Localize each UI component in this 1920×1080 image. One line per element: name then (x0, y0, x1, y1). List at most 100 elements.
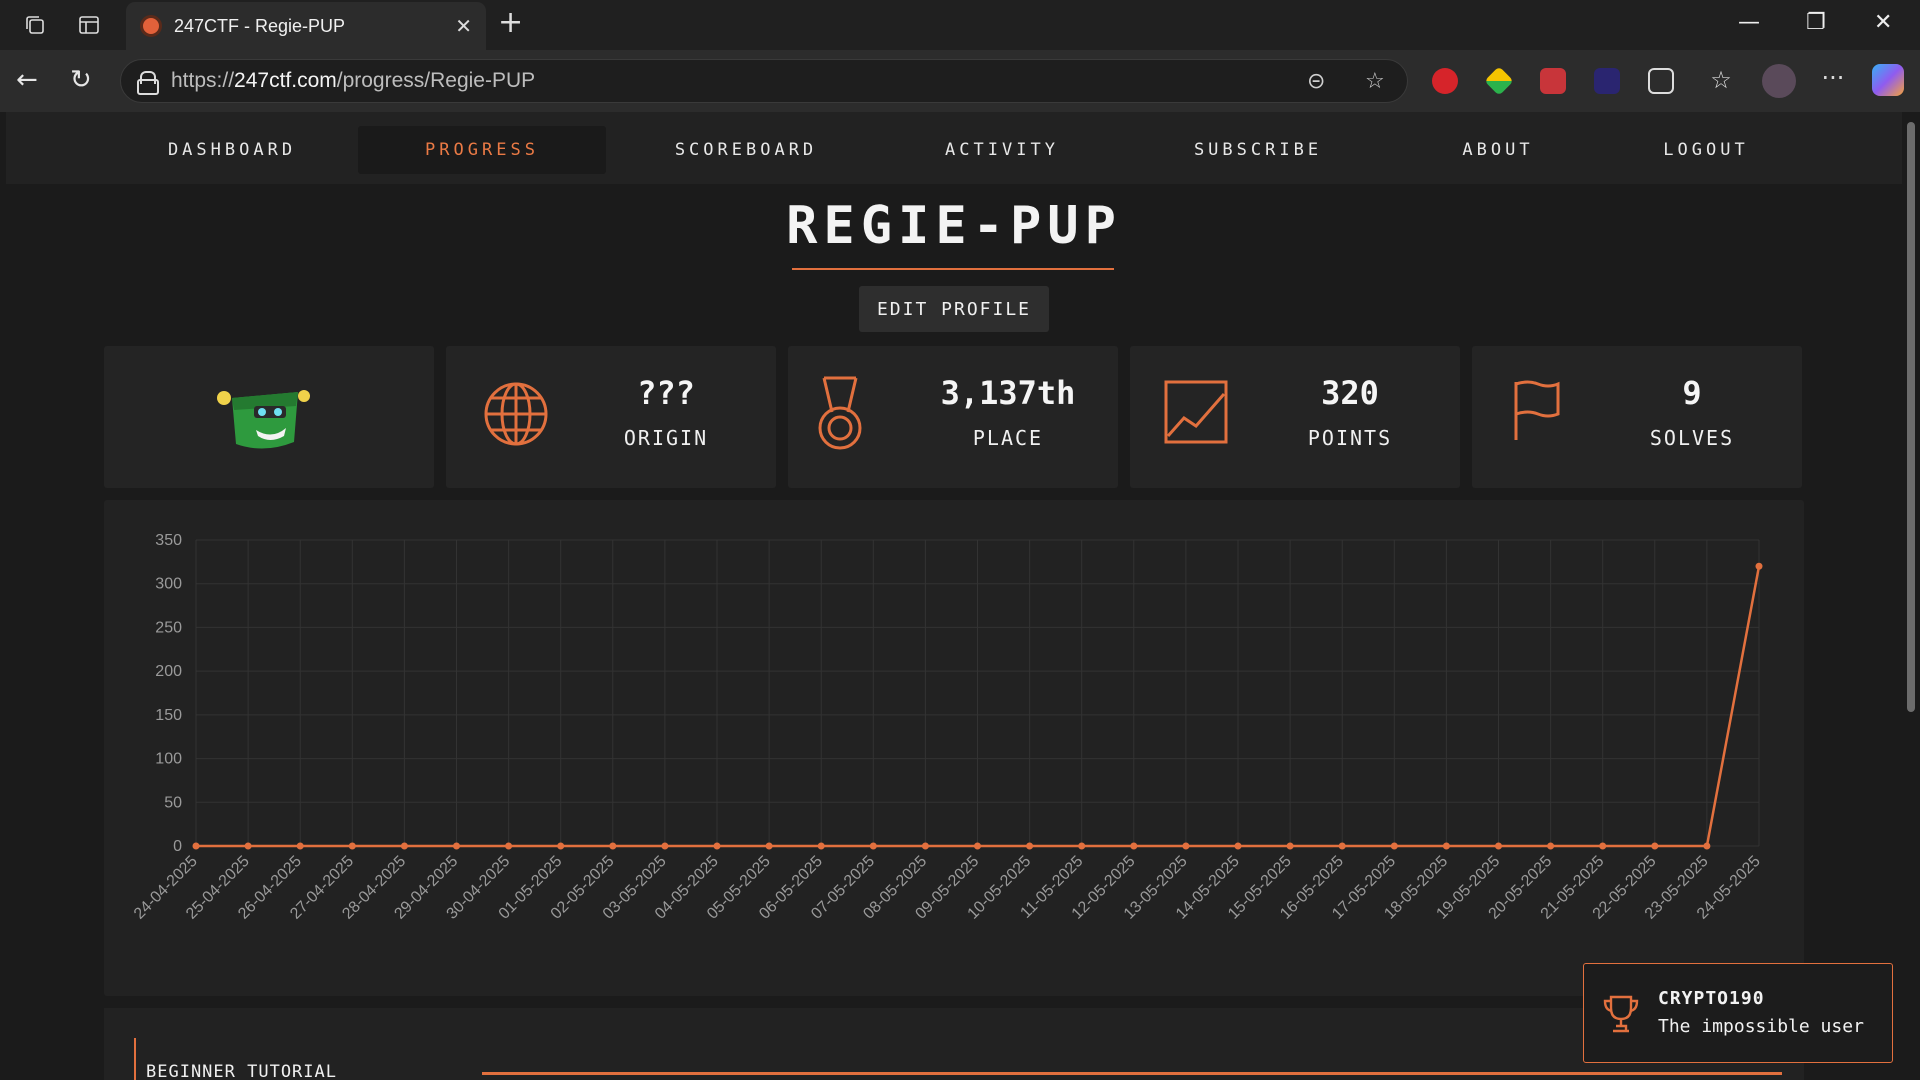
chart-y-tick-label: 200 (155, 663, 182, 680)
minimize-icon[interactable]: — (1738, 10, 1760, 35)
nav-logout[interactable]: LOGOUT (1606, 126, 1806, 174)
address-bar[interactable]: https://247ctf.com/progress/Regie-PUP ⊝ … (120, 59, 1408, 103)
browser-tab-bar: 247CTF - Regie-PUP ✕ + — ❐ ✕ (0, 0, 1920, 50)
lock-icon[interactable] (137, 71, 159, 95)
tab-actions-icon[interactable] (76, 12, 102, 38)
chart-y-tick-label: 0 (173, 838, 182, 855)
origin-value: ??? (637, 374, 695, 412)
chart-data-point (244, 842, 252, 850)
close-tab-icon[interactable]: ✕ (455, 14, 472, 38)
url-text[interactable]: https://247ctf.com/progress/Regie-PUP (171, 69, 535, 93)
place-card: 3,137th PLACE (788, 346, 1118, 488)
chart-data-point (974, 842, 981, 850)
chart-y-tick-label: 350 (155, 532, 182, 549)
site-favicon-icon (140, 15, 162, 37)
chart-data-point (713, 842, 721, 850)
place-value: 3,137th (940, 374, 1076, 412)
tab-title: 247CTF - Regie-PUP (174, 15, 346, 36)
reload-icon[interactable]: ↻ (70, 66, 92, 94)
extensions-puzzle-icon[interactable] (1648, 68, 1674, 94)
extension-hand-icon[interactable] (1432, 68, 1458, 94)
flag-icon (1514, 380, 1560, 440)
copilot-icon[interactable] (1872, 64, 1904, 96)
chart-data-point (609, 842, 617, 850)
nav-scoreboard[interactable]: SCOREBOARD (630, 126, 862, 174)
chart-y-tick-label: 300 (155, 576, 182, 593)
username-underline (792, 268, 1114, 270)
nav-activity[interactable]: ACTIVITY (886, 126, 1118, 174)
page-content: DASHBOARD PROGRESS SCOREBOARD ACTIVITY S… (6, 112, 1902, 1080)
chart-data-point (348, 842, 356, 850)
points-card: 320 POINTS (1130, 346, 1460, 488)
toast-title: CRYPTO190 (1658, 988, 1765, 1009)
section-title: BEGINNER TUTORIAL (146, 1062, 337, 1080)
points-value: 320 (1321, 374, 1379, 412)
new-tab-icon[interactable]: + (498, 8, 523, 38)
chart-data-point (1651, 842, 1659, 850)
page-scrollbar[interactable] (1904, 112, 1918, 1080)
chart-data-point (400, 842, 408, 850)
extension-diamond-icon[interactable] (1484, 66, 1514, 96)
nav-progress[interactable]: PROGRESS (358, 126, 606, 174)
origin-label: ORIGIN (623, 426, 709, 450)
chart-data-point (1547, 842, 1555, 850)
chart-data-point (1182, 842, 1190, 850)
nav-about[interactable]: ABOUT (1398, 126, 1598, 174)
achievement-toast[interactable]: CRYPTO190 The impossible user (1583, 963, 1893, 1063)
reader-mode-icon[interactable]: ⊝ (1307, 69, 1325, 94)
avatar-card (104, 346, 434, 488)
origin-card: ??? ORIGIN (446, 346, 776, 488)
favorite-star-icon[interactable]: ☆ (1365, 69, 1385, 94)
points-label: POINTS (1307, 426, 1393, 450)
back-icon[interactable]: ← (16, 66, 38, 94)
more-options-icon[interactable]: ··· (1820, 66, 1846, 94)
chart-y-tick-label: 250 (155, 619, 182, 636)
profile-username: REGIE-PUP (786, 196, 1122, 256)
chart-y-tick-label: 150 (155, 707, 182, 724)
globe-icon (484, 382, 548, 446)
points-chart: 05010015020025030035024-04-202525-04-202… (131, 532, 1764, 923)
toast-subtitle: The impossible user (1658, 1016, 1864, 1037)
chart-data-point (869, 842, 877, 850)
chart-data-point (1338, 842, 1346, 850)
edit-profile-button[interactable]: EDIT PROFILE (859, 286, 1049, 332)
favorites-icon[interactable]: ☆ (1708, 68, 1734, 94)
solves-value: 9 (1682, 374, 1702, 412)
chart-data-point (1703, 842, 1711, 850)
chart-data-point (1442, 842, 1450, 850)
scrollbar-thumb[interactable] (1907, 122, 1915, 712)
workspaces-icon[interactable] (22, 12, 48, 38)
close-window-icon[interactable]: ✕ (1874, 10, 1892, 35)
section-accent-bar (134, 1038, 136, 1080)
chart-data-point (453, 842, 460, 850)
chart-data-point (1026, 842, 1034, 850)
chart-data-point (192, 842, 200, 850)
site-navbar: DASHBOARD PROGRESS SCOREBOARD ACTIVITY S… (6, 112, 1902, 184)
chart-data-point (505, 842, 513, 850)
chart-data-point (765, 842, 773, 850)
extension-shield-icon[interactable] (1540, 68, 1566, 94)
chart-data-point (1130, 842, 1138, 850)
chart-data-point (921, 842, 929, 850)
chart-data-point (1234, 842, 1242, 850)
points-chart-panel: 0 50 100 150 200 250 300 350 24-04-2025 25-04-202… (104, 500, 1804, 996)
chart-data-point (1495, 842, 1502, 850)
nav-subscribe[interactable]: SUBSCRIBE (1142, 126, 1374, 174)
profile-avatar-icon[interactable] (1762, 64, 1796, 98)
nav-dashboard[interactable]: DASHBOARD (126, 126, 338, 174)
solves-card: 9 SOLVES (1472, 346, 1802, 488)
active-tab[interactable]: 247CTF - Regie-PUP ✕ (126, 2, 486, 50)
trophy-icon (1603, 995, 1639, 1033)
chart-data-point (1078, 842, 1086, 850)
chart-data-point (1755, 562, 1763, 570)
place-label: PLACE (972, 426, 1044, 450)
chart-data-point (817, 842, 825, 850)
chart-data-point (296, 842, 304, 850)
restore-icon[interactable]: ❐ (1806, 10, 1826, 35)
extension-eye-icon[interactable] (1594, 68, 1620, 94)
solves-label: SOLVES (1649, 426, 1735, 450)
avatar (217, 390, 310, 449)
chart-data-point (1599, 842, 1607, 850)
category-section: BEGINNER TUTORIAL (104, 1008, 1804, 1080)
line-chart-icon (1164, 380, 1228, 444)
